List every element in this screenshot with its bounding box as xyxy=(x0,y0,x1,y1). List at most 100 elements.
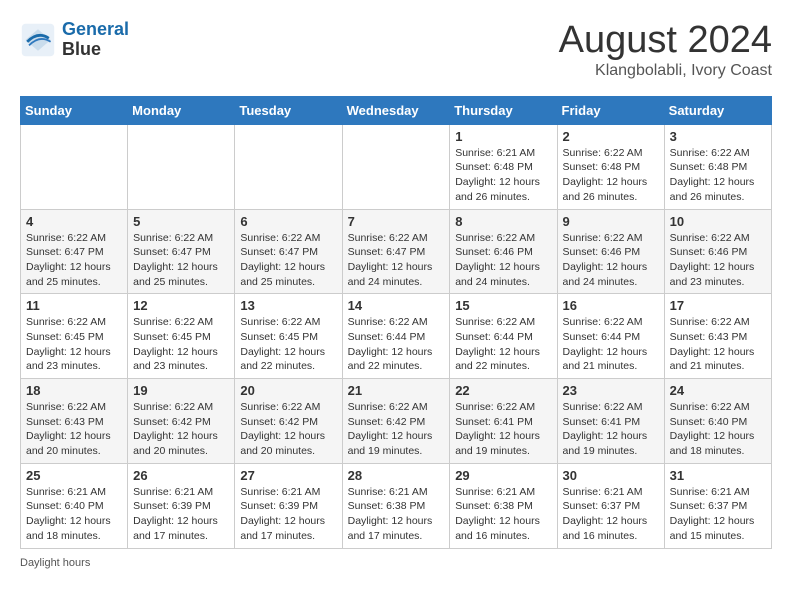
day-info: Sunrise: 6:22 AM Sunset: 6:46 PM Dayligh… xyxy=(563,231,659,290)
day-number: 14 xyxy=(348,298,445,313)
day-number: 13 xyxy=(240,298,336,313)
calendar-cell: 24Sunrise: 6:22 AM Sunset: 6:40 PM Dayli… xyxy=(664,379,771,464)
day-number: 5 xyxy=(133,214,229,229)
page-header: General Blue August 2024 Klangbolabli, I… xyxy=(20,20,772,80)
day-info: Sunrise: 6:22 AM Sunset: 6:47 PM Dayligh… xyxy=(26,231,122,290)
day-info: Sunrise: 6:22 AM Sunset: 6:47 PM Dayligh… xyxy=(240,231,336,290)
day-info: Sunrise: 6:21 AM Sunset: 6:40 PM Dayligh… xyxy=(26,485,122,544)
day-number: 18 xyxy=(26,383,122,398)
calendar-cell xyxy=(128,124,235,209)
subtitle: Klangbolabli, Ivory Coast xyxy=(559,62,772,80)
day-number: 4 xyxy=(26,214,122,229)
day-info: Sunrise: 6:21 AM Sunset: 6:39 PM Dayligh… xyxy=(133,485,229,544)
logo-line1: General xyxy=(62,19,129,39)
calendar-cell xyxy=(21,124,128,209)
day-number: 25 xyxy=(26,468,122,483)
day-number: 6 xyxy=(240,214,336,229)
logo-icon xyxy=(20,22,56,58)
week-row-5: 25 Sunrise: 6:21 AM Sunset: 6:40 PM Dayli… xyxy=(21,463,772,548)
day-info: Sunrise: 6:22 AM Sunset: 6:48 PM Dayligh… xyxy=(563,146,659,205)
calendar-cell: 11Sunrise: 6:22 AM Sunset: 6:45 PM Dayli… xyxy=(21,294,128,379)
day-number: 12 xyxy=(133,298,229,313)
calendar-cell: 19Sunrise: 6:22 AM Sunset: 6:42 PM Dayli… xyxy=(128,379,235,464)
day-number: 26 xyxy=(133,468,229,483)
calendar-cell: 20Sunrise: 6:22 AM Sunset: 6:42 PM Dayli… xyxy=(235,379,342,464)
day-number: 29 xyxy=(455,468,551,483)
day-number: 15 xyxy=(455,298,551,313)
day-number: 7 xyxy=(348,214,445,229)
calendar-cell: 16Sunrise: 6:22 AM Sunset: 6:44 PM Dayli… xyxy=(557,294,664,379)
day-info: Sunrise: 6:22 AM Sunset: 6:48 PM Dayligh… xyxy=(670,146,766,205)
calendar-cell: 31 Sunrise: 6:21 AM Sunset: 6:37 PM Dayli… xyxy=(664,463,771,548)
calendar-table: SundayMondayTuesdayWednesdayThursdayFrid… xyxy=(20,96,772,549)
calendar-cell: 15 Sunrise: 6:22 AM Sunset: 6:44 PM Dayli… xyxy=(450,294,557,379)
calendar-cell: 7Sunrise: 6:22 AM Sunset: 6:47 PM Daylig… xyxy=(342,209,450,294)
calendar-cell: 22 Sunrise: 6:22 AM Sunset: 6:41 PM Dayli… xyxy=(450,379,557,464)
calendar-cell: 4 Sunrise: 6:22 AM Sunset: 6:47 PM Daylig… xyxy=(21,209,128,294)
logo: General Blue xyxy=(20,20,129,60)
day-info: Sunrise: 6:22 AM Sunset: 6:44 PM Dayligh… xyxy=(348,315,445,374)
logo-text: General Blue xyxy=(62,20,129,60)
calendar-cell: 6 Sunrise: 6:22 AM Sunset: 6:47 PM Daylig… xyxy=(235,209,342,294)
calendar-cell: 12 Sunrise: 6:22 AM Sunset: 6:45 PM Dayli… xyxy=(128,294,235,379)
day-info: Sunrise: 6:22 AM Sunset: 6:41 PM Dayligh… xyxy=(563,400,659,459)
day-info: Sunrise: 6:22 AM Sunset: 6:46 PM Dayligh… xyxy=(455,231,551,290)
day-number: 8 xyxy=(455,214,551,229)
title-block: August 2024 Klangbolabli, Ivory Coast xyxy=(559,20,772,80)
day-info: Sunrise: 6:22 AM Sunset: 6:47 PM Dayligh… xyxy=(133,231,229,290)
day-header-thursday: Thursday xyxy=(450,96,557,124)
day-number: 24 xyxy=(670,383,766,398)
day-info: Sunrise: 6:22 AM Sunset: 6:42 PM Dayligh… xyxy=(133,400,229,459)
week-row-1: 1 Sunrise: 6:21 AM Sunset: 6:48 PM Daylig… xyxy=(21,124,772,209)
calendar-cell: 30Sunrise: 6:21 AM Sunset: 6:37 PM Dayli… xyxy=(557,463,664,548)
day-header-friday: Friday xyxy=(557,96,664,124)
header-row: SundayMondayTuesdayWednesdayThursdayFrid… xyxy=(21,96,772,124)
calendar-cell: 2Sunrise: 6:22 AM Sunset: 6:48 PM Daylig… xyxy=(557,124,664,209)
day-info: Sunrise: 6:22 AM Sunset: 6:44 PM Dayligh… xyxy=(455,315,551,374)
day-info: Sunrise: 6:22 AM Sunset: 6:42 PM Dayligh… xyxy=(348,400,445,459)
day-number: 22 xyxy=(455,383,551,398)
daylight-label: Daylight hours xyxy=(20,557,90,569)
calendar-cell xyxy=(235,124,342,209)
day-number: 1 xyxy=(455,129,551,144)
calendar-cell: 28Sunrise: 6:21 AM Sunset: 6:38 PM Dayli… xyxy=(342,463,450,548)
calendar-cell: 17 Sunrise: 6:22 AM Sunset: 6:43 PM Dayli… xyxy=(664,294,771,379)
day-number: 23 xyxy=(563,383,659,398)
calendar-cell: 10Sunrise: 6:22 AM Sunset: 6:46 PM Dayli… xyxy=(664,209,771,294)
day-number: 21 xyxy=(348,383,445,398)
calendar-cell: 18 Sunrise: 6:22 AM Sunset: 6:43 PM Dayli… xyxy=(21,379,128,464)
day-info: Sunrise: 6:22 AM Sunset: 6:43 PM Dayligh… xyxy=(670,315,766,374)
day-info: Sunrise: 6:22 AM Sunset: 6:44 PM Dayligh… xyxy=(563,315,659,374)
week-row-2: 4 Sunrise: 6:22 AM Sunset: 6:47 PM Daylig… xyxy=(21,209,772,294)
day-number: 10 xyxy=(670,214,766,229)
calendar-cell: 26 Sunrise: 6:21 AM Sunset: 6:39 PM Dayli… xyxy=(128,463,235,548)
day-info: Sunrise: 6:21 AM Sunset: 6:48 PM Dayligh… xyxy=(455,146,551,205)
calendar-cell: 9Sunrise: 6:22 AM Sunset: 6:46 PM Daylig… xyxy=(557,209,664,294)
calendar-cell: 25 Sunrise: 6:21 AM Sunset: 6:40 PM Dayli… xyxy=(21,463,128,548)
day-info: Sunrise: 6:22 AM Sunset: 6:41 PM Dayligh… xyxy=(455,400,551,459)
logo-line2: Blue xyxy=(62,40,129,60)
week-row-4: 18 Sunrise: 6:22 AM Sunset: 6:43 PM Dayli… xyxy=(21,379,772,464)
day-info: Sunrise: 6:21 AM Sunset: 6:37 PM Dayligh… xyxy=(563,485,659,544)
day-info: Sunrise: 6:22 AM Sunset: 6:43 PM Dayligh… xyxy=(26,400,122,459)
calendar-cell: 14 Sunrise: 6:22 AM Sunset: 6:44 PM Dayli… xyxy=(342,294,450,379)
calendar-header: SundayMondayTuesdayWednesdayThursdayFrid… xyxy=(21,96,772,124)
day-number: 20 xyxy=(240,383,336,398)
day-info: Sunrise: 6:21 AM Sunset: 6:39 PM Dayligh… xyxy=(240,485,336,544)
day-info: Sunrise: 6:22 AM Sunset: 6:45 PM Dayligh… xyxy=(133,315,229,374)
day-header-monday: Monday xyxy=(128,96,235,124)
main-title: August 2024 xyxy=(559,20,772,62)
day-number: 11 xyxy=(26,298,122,313)
day-number: 28 xyxy=(348,468,445,483)
day-info: Sunrise: 6:21 AM Sunset: 6:37 PM Dayligh… xyxy=(670,485,766,544)
day-number: 27 xyxy=(240,468,336,483)
calendar-cell: 5 Sunrise: 6:22 AM Sunset: 6:47 PM Daylig… xyxy=(128,209,235,294)
calendar-body: 1 Sunrise: 6:21 AM Sunset: 6:48 PM Daylig… xyxy=(21,124,772,548)
day-number: 3 xyxy=(670,129,766,144)
calendar-cell: 21 Sunrise: 6:22 AM Sunset: 6:42 PM Dayli… xyxy=(342,379,450,464)
calendar-cell: 29Sunrise: 6:21 AM Sunset: 6:38 PM Dayli… xyxy=(450,463,557,548)
day-number: 31 xyxy=(670,468,766,483)
calendar-cell: 1 Sunrise: 6:21 AM Sunset: 6:48 PM Daylig… xyxy=(450,124,557,209)
calendar-cell xyxy=(342,124,450,209)
day-number: 17 xyxy=(670,298,766,313)
